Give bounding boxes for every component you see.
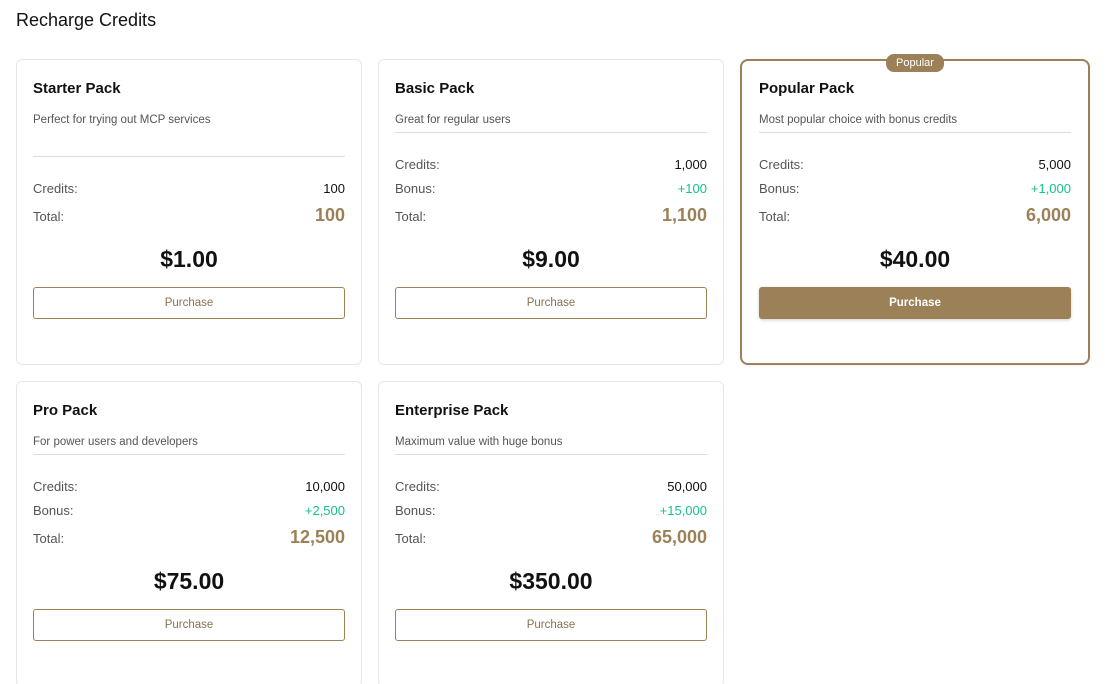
pack-description: Great for regular users: [395, 114, 511, 126]
credits-label: Credits:: [759, 157, 804, 172]
pack-header: Starter Pack Perfect for trying out MCP …: [33, 80, 345, 157]
total-value: 65,000: [651, 527, 707, 547]
bonus-row: Bonus: +1,000: [759, 181, 1071, 205]
purchase-button-basic[interactable]: Purchase: [395, 287, 707, 319]
popular-badge: Popular: [886, 54, 944, 72]
credits-label: Credits:: [395, 479, 440, 494]
credits-value: 100: [323, 181, 345, 196]
pack-details: Credits: 1,000 Bonus: +100 Total: 1,100: [395, 157, 707, 233]
pack-description: Maximum value with huge bonus: [395, 436, 563, 448]
total-value: 6,000: [1025, 205, 1071, 225]
pack-card-popular: Popular Popular Pack Most popular choice…: [740, 54, 1090, 365]
bonus-row: Bonus: +2,500: [33, 503, 345, 527]
pack-name: Pro Pack: [33, 402, 98, 419]
credits-row: Credits: 50,000: [395, 479, 707, 503]
purchase-button-pro[interactable]: Purchase: [33, 609, 345, 641]
pack-name: Popular Pack: [759, 80, 855, 97]
bonus-row: Bonus: +15,000: [395, 503, 707, 527]
pack-header: Basic Pack Great for regular users: [395, 80, 707, 133]
pack-price: $350.00: [509, 568, 593, 594]
pack-description: Perfect for trying out MCP services: [33, 114, 211, 126]
credits-row: Credits: 5,000: [759, 157, 1071, 181]
pack-price: $75.00: [153, 568, 225, 594]
pack-card-enterprise: Enterprise Pack Maximum value with huge …: [378, 381, 724, 684]
credits-label: Credits:: [33, 479, 78, 494]
credits-value: 5,000: [1038, 157, 1071, 172]
bonus-label: Bonus:: [33, 503, 74, 518]
page-title: Recharge Credits: [16, 10, 157, 30]
total-label: Total:: [33, 209, 65, 224]
total-row: Total: 6,000: [759, 205, 1071, 233]
pack-name: Basic Pack: [395, 80, 475, 97]
recharge-credits-page: Recharge Credits Starter Pack Perfect fo…: [0, 0, 1105, 684]
bonus-value: +100: [677, 181, 707, 196]
total-row: Total: 1,100: [395, 205, 707, 233]
purchase-button-popular[interactable]: Purchase: [759, 287, 1071, 319]
pack-grid: Starter Pack Perfect for trying out MCP …: [16, 54, 1090, 684]
purchase-button-starter[interactable]: Purchase: [33, 287, 345, 319]
bonus-value: +2,500: [304, 503, 345, 518]
credits-label: Credits:: [33, 181, 78, 196]
credits-row: Credits: 100: [33, 181, 345, 205]
bonus-row: Bonus: +100: [395, 181, 707, 205]
credits-row: Credits: 1,000: [395, 157, 707, 181]
pack-price: $9.00: [522, 246, 580, 272]
total-row: Total: 100: [33, 205, 345, 233]
bonus-value: +15,000: [659, 503, 707, 518]
bonus-label: Bonus:: [395, 503, 436, 518]
pack-details: Credits: 5,000 Bonus: +1,000 Total: 6,00…: [759, 157, 1071, 233]
pack-header: Enterprise Pack Maximum value with huge …: [395, 402, 707, 455]
credits-value: 1,000: [674, 157, 707, 172]
pack-description: For power users and developers: [33, 436, 198, 448]
pack-card-pro: Pro Pack For power users and developers …: [16, 381, 362, 684]
pack-name: Enterprise Pack: [395, 402, 509, 419]
pack-description: Most popular choice with bonus credits: [759, 114, 958, 126]
total-row: Total: 12,500: [33, 527, 345, 555]
pack-details: Credits: 50,000 Bonus: +15,000 Total: 65…: [395, 479, 707, 555]
bonus-label: Bonus:: [759, 181, 800, 196]
total-label: Total:: [759, 209, 791, 224]
total-row: Total: 65,000: [395, 527, 707, 555]
credits-row: Credits: 10,000: [33, 479, 345, 503]
credits-value: 50,000: [667, 479, 707, 494]
bonus-value: +1,000: [1030, 181, 1071, 196]
purchase-button-enterprise[interactable]: Purchase: [395, 609, 707, 641]
total-label: Total:: [395, 209, 427, 224]
pack-price: $1.00: [160, 246, 218, 272]
pack-card-basic: Basic Pack Great for regular users Credi…: [378, 59, 724, 365]
total-label: Total:: [33, 531, 65, 546]
pack-card-starter: Starter Pack Perfect for trying out MCP …: [16, 59, 362, 365]
pack-name: Starter Pack: [33, 80, 121, 97]
pack-price: $40.00: [879, 246, 951, 272]
credits-label: Credits:: [395, 157, 440, 172]
bonus-label: Bonus:: [395, 181, 436, 196]
pack-header: Pro Pack For power users and developers: [33, 402, 345, 455]
pack-header: Popular Pack Most popular choice with bo…: [759, 80, 1071, 133]
pack-details: Credits: 100 Total: 100: [33, 181, 345, 233]
total-value: 100: [314, 205, 345, 225]
total-value: 1,100: [661, 205, 707, 225]
total-label: Total:: [395, 531, 427, 546]
total-value: 12,500: [289, 527, 345, 547]
pack-details: Credits: 10,000 Bonus: +2,500 Total: 12,…: [33, 479, 345, 555]
credits-value: 10,000: [305, 479, 345, 494]
